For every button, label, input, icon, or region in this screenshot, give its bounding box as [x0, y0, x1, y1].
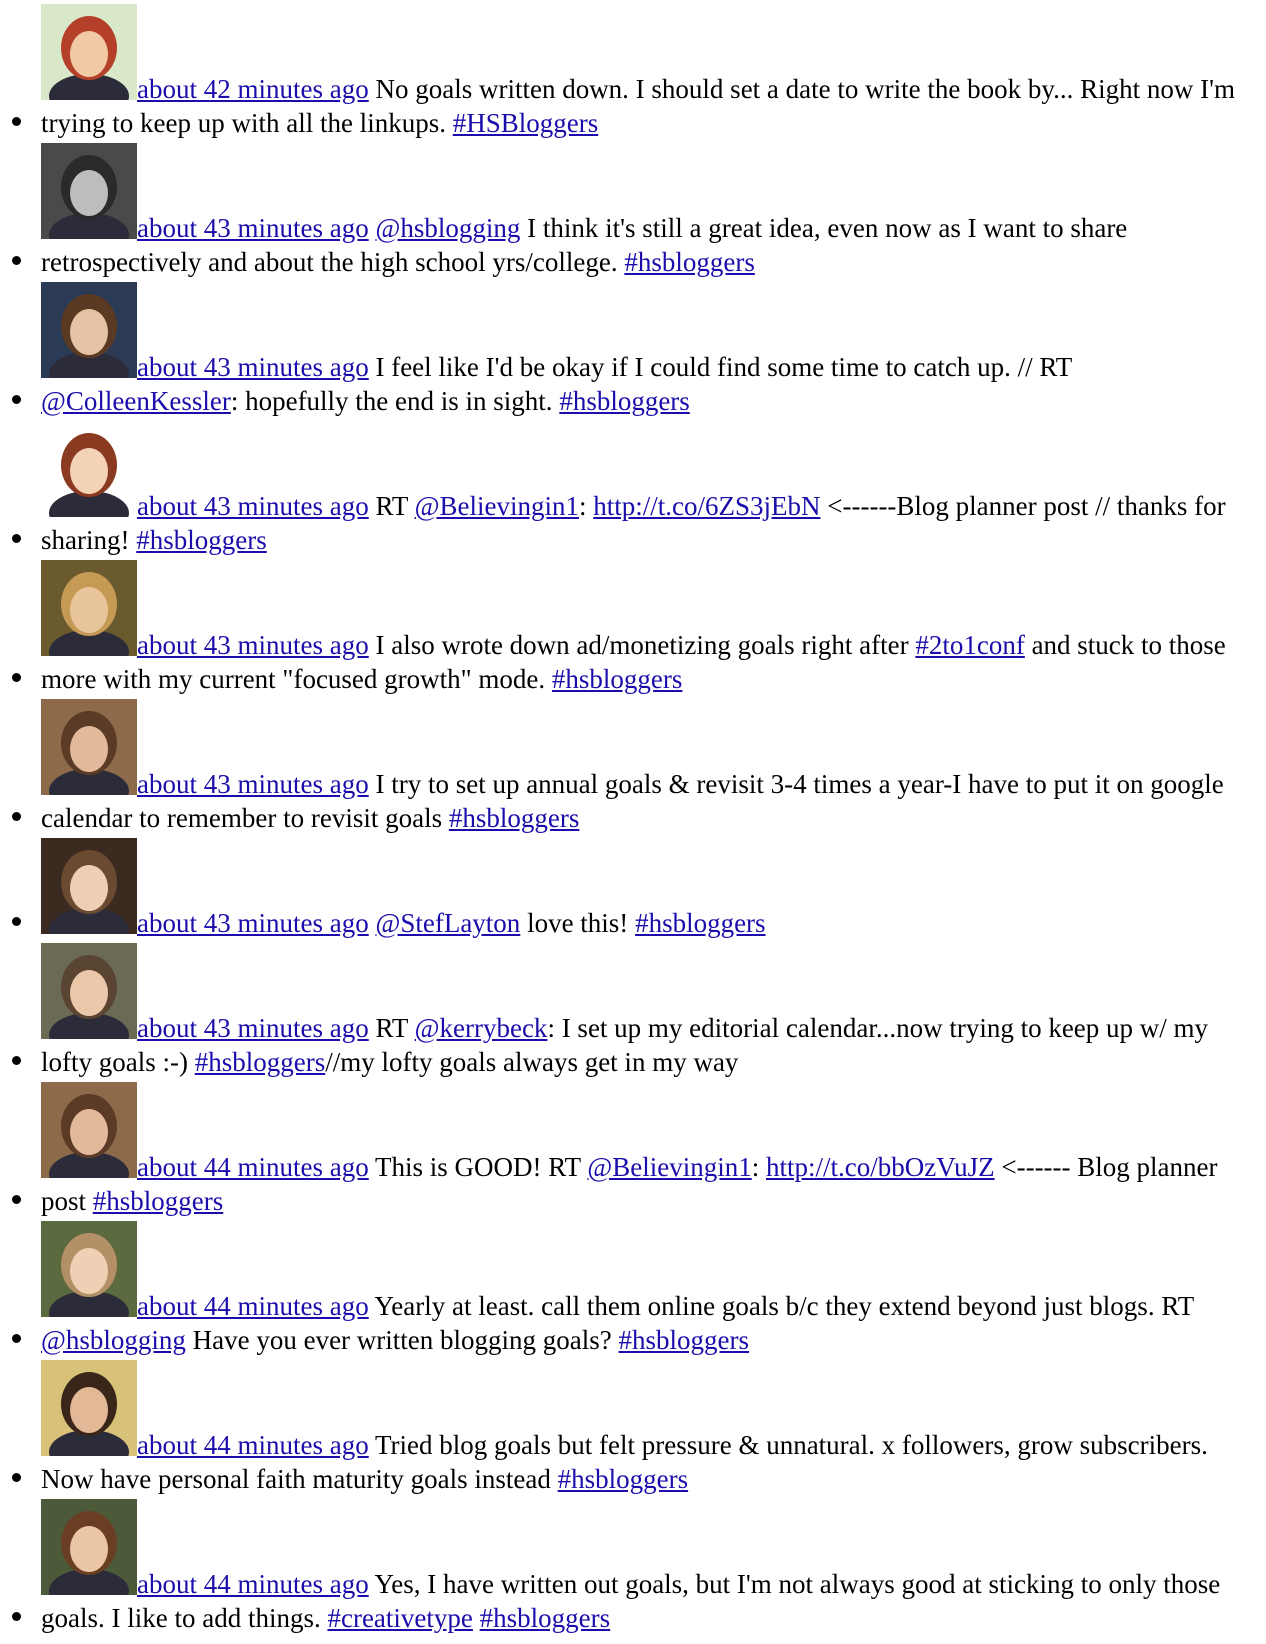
hashtag-link[interactable]: #HSBloggers: [453, 108, 599, 138]
tweet-timestamp-link[interactable]: about 43 minutes ago: [137, 630, 369, 660]
tweet-body: about 43 minutes ago RT @kerrybeck: I se…: [12, 943, 1254, 1079]
hashtag-link[interactable]: #hsbloggers: [635, 908, 766, 938]
avatar-woman-dark-hair[interactable]: [41, 1360, 137, 1456]
mention-link[interactable]: @Believingin1: [415, 491, 579, 521]
mention-link[interactable]: @hsblogging: [41, 1325, 186, 1355]
tweet-body: about 44 minutes ago Yearly at least. ca…: [12, 1221, 1254, 1357]
tweet-body: about 44 minutes ago Yes, I have written…: [12, 1499, 1254, 1635]
hashtag-link[interactable]: #hsbloggers: [93, 1186, 224, 1216]
tweet-text: : hopefully the end is in sight.: [230, 386, 560, 416]
url-link[interactable]: http://t.co/6ZS3jEbN: [593, 491, 820, 521]
hashtag-link[interactable]: #hsbloggers: [552, 664, 683, 694]
tweet-timestamp-link[interactable]: about 42 minutes ago: [137, 74, 369, 104]
tweet-text: love this!: [520, 908, 636, 938]
tweet-text: [473, 1603, 480, 1633]
tweet-text: This is GOOD! RT: [368, 1152, 588, 1182]
hashtag-link[interactable]: #hsbloggers: [624, 247, 755, 277]
mention-link[interactable]: @StefLayton: [375, 908, 520, 938]
tweet-item: about 44 minutes ago Tried blog goals bu…: [12, 1360, 1254, 1496]
tweet-feed: about 42 minutes ago No goals written do…: [0, 0, 1266, 1635]
avatar-woman-outdoors[interactable]: [41, 1221, 137, 1317]
tweet-body: about 43 minutes ago I try to set up ann…: [12, 699, 1254, 835]
tweet-timestamp-link[interactable]: about 44 minutes ago: [137, 1569, 369, 1599]
tweet-item: about 43 minutes ago I try to set up ann…: [12, 699, 1254, 835]
tweet-timestamp-link[interactable]: about 44 minutes ago: [137, 1152, 369, 1182]
bullet-icon: [12, 917, 21, 926]
tweet-body: about 42 minutes ago No goals written do…: [12, 4, 1254, 140]
avatar-woman-smiling[interactable]: [41, 838, 137, 934]
tweet-timestamp-link[interactable]: about 43 minutes ago: [137, 1013, 369, 1043]
bullet-icon: [12, 1612, 21, 1621]
tweet-text: //my lofty goals always get in my way: [325, 1047, 739, 1077]
tweet-item: about 43 minutes ago @StefLayton love th…: [12, 838, 1254, 940]
hashtag-link[interactable]: #hsbloggers: [449, 803, 580, 833]
hashtag-link[interactable]: #2to1conf: [915, 630, 1024, 660]
tweet-item: about 44 minutes ago Yes, I have written…: [12, 1499, 1254, 1635]
hashtag-link[interactable]: #hsbloggers: [559, 386, 690, 416]
tweet-timestamp-link[interactable]: about 44 minutes ago: [137, 1430, 369, 1460]
tweet-text: I also wrote down ad/monetizing goals ri…: [368, 630, 916, 660]
tweet-body: about 43 minutes ago RT @Believingin1: h…: [12, 421, 1254, 557]
tweet-body: about 43 minutes ago I feel like I'd be …: [12, 282, 1254, 418]
tweet-text: :: [751, 1152, 766, 1182]
tweet-body: about 43 minutes ago I also wrote down a…: [12, 560, 1254, 696]
bullet-icon: [12, 1334, 21, 1343]
tweet-body: about 43 minutes ago @StefLayton love th…: [12, 838, 1254, 940]
tweet-timestamp-link[interactable]: about 43 minutes ago: [137, 769, 369, 799]
bullet-icon: [12, 395, 21, 404]
tweet-text: RT: [368, 491, 415, 521]
avatar-woman-glasses-green[interactable]: [41, 1499, 137, 1595]
tweet-timestamp-link[interactable]: about 43 minutes ago: [137, 213, 369, 243]
bullet-icon: [12, 534, 21, 543]
tweet-item: about 44 minutes ago Yearly at least. ca…: [12, 1221, 1254, 1357]
avatar-woman-glasses[interactable]: [41, 1082, 137, 1178]
avatar-cartoon-red-hair[interactable]: [41, 4, 137, 100]
tweet-item: about 42 minutes ago No goals written do…: [12, 4, 1254, 140]
tweet-item: about 43 minutes ago I also wrote down a…: [12, 560, 1254, 696]
hashtag-link[interactable]: #hsbloggers: [480, 1603, 611, 1633]
tweet-text: Yearly at least. call them online goals …: [368, 1291, 1194, 1321]
tweet-text: :: [578, 491, 594, 521]
url-link[interactable]: http://t.co/bbOzVuJZ: [766, 1152, 995, 1182]
avatar-cartoon-glasses[interactable]: [41, 421, 137, 517]
avatar-woman-brown-hair[interactable]: [41, 282, 137, 378]
mention-link[interactable]: @Believingin1: [587, 1152, 751, 1182]
bullet-icon: [12, 117, 21, 126]
bullet-icon: [12, 256, 21, 265]
bullet-icon: [12, 673, 21, 682]
avatar-woman-glasses[interactable]: [41, 699, 137, 795]
mention-link[interactable]: @kerrybeck: [415, 1013, 548, 1043]
bullet-icon: [12, 1195, 21, 1204]
hashtag-link[interactable]: #hsbloggers: [558, 1464, 689, 1494]
tweet-timestamp-link[interactable]: about 43 minutes ago: [137, 352, 369, 382]
bullet-icon: [12, 1473, 21, 1482]
tweet-body: about 44 minutes ago This is GOOD! RT @B…: [12, 1082, 1254, 1218]
avatar-woman-bangs[interactable]: [41, 943, 137, 1039]
tweet-body: about 44 minutes ago Tried blog goals bu…: [12, 1360, 1254, 1496]
tweet-timestamp-link[interactable]: about 43 minutes ago: [137, 908, 369, 938]
tweet-text: I feel like I'd be okay if I could find …: [368, 352, 1072, 382]
tweet-timestamp-link[interactable]: about 43 minutes ago: [137, 491, 369, 521]
bullet-icon: [12, 1056, 21, 1065]
tweet-item: about 43 minutes ago I feel like I'd be …: [12, 282, 1254, 418]
tweet-item: about 44 minutes ago This is GOOD! RT @B…: [12, 1082, 1254, 1218]
tweet-item: about 43 minutes ago RT @Believingin1: h…: [12, 421, 1254, 557]
tweet-item: about 43 minutes ago @hsblogging I think…: [12, 143, 1254, 279]
tweet-body: about 43 minutes ago @hsblogging I think…: [12, 143, 1254, 279]
hashtag-link[interactable]: #hsbloggers: [195, 1047, 326, 1077]
mention-link[interactable]: @hsblogging: [375, 213, 520, 243]
tweet-text: RT: [368, 1013, 415, 1043]
hashtag-link[interactable]: #hsbloggers: [619, 1325, 750, 1355]
hashtag-link[interactable]: #creativetype: [327, 1603, 472, 1633]
avatar-black-white-photo[interactable]: [41, 143, 137, 239]
hashtag-link[interactable]: #hsbloggers: [136, 525, 267, 555]
avatar-woman-blonde[interactable]: [41, 560, 137, 656]
tweet-item: about 43 minutes ago RT @kerrybeck: I se…: [12, 943, 1254, 1079]
bullet-icon: [12, 812, 21, 821]
tweet-text: Have you ever written blogging goals?: [185, 1325, 619, 1355]
tweet-timestamp-link[interactable]: about 44 minutes ago: [137, 1291, 369, 1321]
mention-link[interactable]: @ColleenKessler: [41, 386, 231, 416]
